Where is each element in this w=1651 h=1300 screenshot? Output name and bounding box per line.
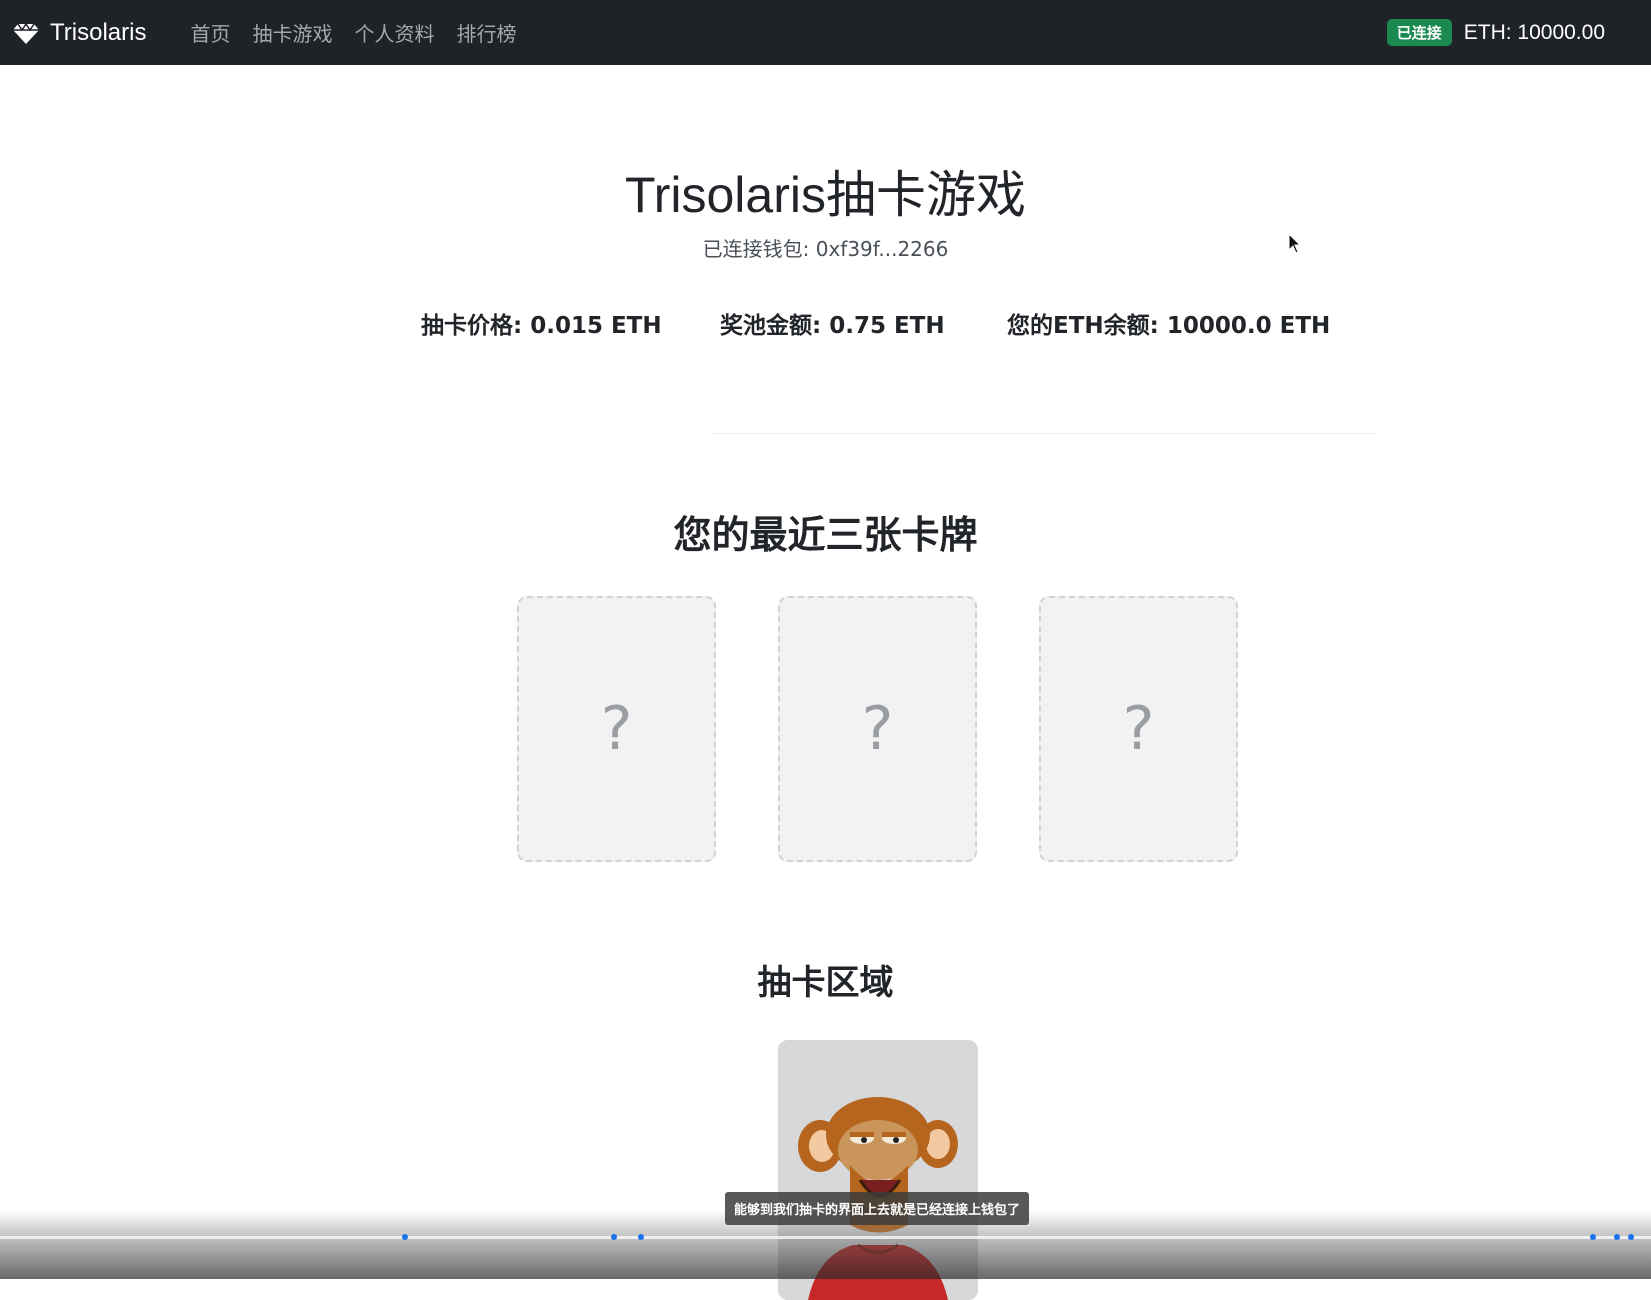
stats-row: 抽卡价格: 0.015 ETH 奖池金额: 0.75 ETH 您的ETH余额: … <box>0 306 1651 340</box>
nav-link-gacha[interactable]: 抽卡游戏 <box>252 18 332 47</box>
connection-status-badge: 已连接 <box>1386 19 1452 46</box>
section-divider <box>712 433 1378 434</box>
diamond-icon <box>13 22 39 44</box>
brand-link[interactable]: Trisolaris <box>12 19 146 47</box>
progress-marker <box>1614 1234 1620 1240</box>
video-progress-bar[interactable] <box>0 1236 1651 1239</box>
prize-pool: 奖池金额: 0.75 ETH <box>720 313 945 339</box>
card-placeholder-question: ? <box>600 694 633 764</box>
top-navbar: Trisolaris 首页 抽卡游戏 个人资料 排行榜 已连接 ETH: 100… <box>0 0 1651 65</box>
connected-wallet: 已连接钱包: 0xf39f...2266 <box>702 237 949 261</box>
card-placeholder-question: ? <box>1122 694 1155 764</box>
progress-marker <box>402 1234 408 1240</box>
draw-area-title: 抽卡区域 <box>757 963 894 1003</box>
card-placeholder-question: ? <box>861 694 894 764</box>
navbar-eth-balance: ETH: 10000.00 <box>1463 20 1605 44</box>
nav-links: 首页 抽卡游戏 个人资料 排行榜 <box>168 18 516 47</box>
nav-link-profile[interactable]: 个人资料 <box>354 18 434 47</box>
progress-marker <box>638 1234 644 1240</box>
recent-card-slot: ? <box>778 596 977 862</box>
progress-marker <box>1590 1234 1596 1240</box>
nav-link-leaderboard[interactable]: 排行榜 <box>456 18 516 47</box>
video-subtitle: 能够到我们抽卡的界面上去就是已经连接上钱包了 <box>725 1192 1030 1225</box>
nav-right: 已连接 ETH: 10000.00 <box>1386 0 1605 65</box>
progress-marker <box>1628 1234 1634 1240</box>
draw-price: 抽卡价格: 0.015 ETH <box>421 313 662 339</box>
user-eth-balance: 您的ETH余额: 10000.0 ETH <box>1007 313 1331 339</box>
progress-marker <box>611 1234 617 1240</box>
page-title: Trisolaris抽卡游戏 <box>625 167 1026 223</box>
recent-cards-title: 您的最近三张卡牌 <box>673 513 978 557</box>
nav-link-home[interactable]: 首页 <box>190 18 230 47</box>
brand-name: Trisolaris <box>50 18 147 46</box>
recent-card-slot: ? <box>517 596 716 862</box>
mouse-cursor-icon <box>1288 233 1302 254</box>
recent-card-slot: ? <box>1039 596 1238 862</box>
